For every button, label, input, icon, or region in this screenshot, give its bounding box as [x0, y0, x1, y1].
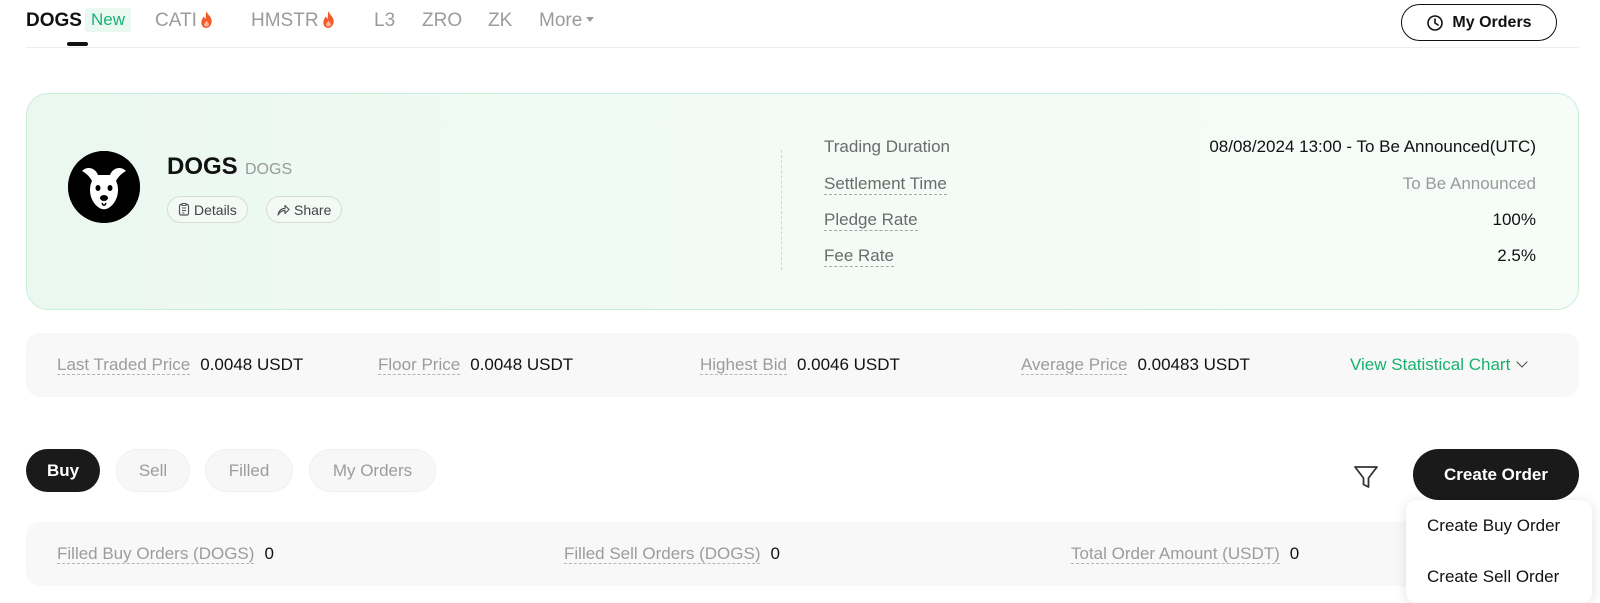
pledge-rate-value: 100%: [1492, 210, 1536, 229]
floor-price: Floor Price 0.0048 USDT: [378, 355, 573, 375]
new-badge: New: [85, 8, 132, 32]
trading-duration-value: 08/08/2024 13:00 - To Be Announced(UTC): [1209, 137, 1536, 156]
last-traded-price-label[interactable]: Last Traded Price: [57, 355, 191, 375]
fee-rate-label[interactable]: Fee Rate: [824, 246, 894, 267]
tab-cati-label: CATI: [155, 10, 197, 31]
create-order-label: Create Order: [1444, 464, 1548, 484]
tab-sell-label: Sell: [138, 460, 168, 480]
last-traded-price: Last Traded Price 0.0048 USDT: [57, 355, 303, 375]
filled-buy-orders: Filled Buy Orders (DOGS) 0: [57, 544, 274, 564]
floor-price-value: 0.0048 USDT: [470, 355, 574, 374]
settlement-time-label[interactable]: Settlement Time: [824, 174, 947, 195]
pledge-rate-row: Pledge Rate 100%: [824, 210, 1536, 234]
filled-sell-orders-value: 0: [770, 544, 780, 563]
filled-buy-orders-value: 0: [264, 544, 274, 563]
pledge-rate-label[interactable]: Pledge Rate: [824, 210, 918, 231]
filled-sell-orders: Filled Sell Orders (DOGS) 0: [564, 544, 780, 564]
tab-dogs[interactable]: DOGS: [26, 10, 82, 32]
total-order-amount-value: 0: [1289, 544, 1300, 563]
info-divider: [781, 150, 782, 270]
tab-hmstr[interactable]: HMSTR: [251, 10, 336, 32]
tab-l3[interactable]: L3: [374, 10, 395, 32]
tab-my-orders-label: My Orders: [332, 460, 413, 480]
trading-duration-label: Trading Duration: [824, 137, 950, 156]
document-icon: [178, 203, 190, 216]
share-label: Share: [294, 201, 332, 218]
view-statistical-chart-link[interactable]: View Statistical Chart: [1350, 355, 1528, 375]
tab-cati[interactable]: CATI: [155, 10, 214, 32]
my-orders-button[interactable]: My Orders: [1401, 4, 1557, 41]
active-tab-indicator: [67, 42, 88, 46]
floor-price-label[interactable]: Floor Price: [378, 355, 461, 375]
highest-bid-value: 0.0046 USDT: [796, 355, 900, 374]
tab-l3-label: L3: [374, 10, 396, 31]
tab-buy[interactable]: Buy: [26, 449, 100, 492]
tab-filled[interactable]: Filled: [205, 449, 293, 492]
tab-my-orders[interactable]: My Orders: [309, 449, 436, 492]
last-traded-price-value: 0.0048 USDT: [200, 355, 304, 374]
tab-dogs-label: DOGS: [26, 10, 82, 31]
average-price-label[interactable]: Average Price: [1021, 355, 1128, 375]
share-button[interactable]: Share: [266, 196, 343, 223]
tab-zro-label: ZRO: [422, 10, 463, 31]
orders-clock-icon: [1427, 14, 1444, 31]
highest-bid-label[interactable]: Highest Bid: [700, 355, 787, 375]
token-name: DOGS: [167, 153, 238, 180]
tab-more[interactable]: More: [539, 10, 595, 32]
total-order-amount: Total Order Amount (USDT) 0: [1071, 544, 1299, 564]
filled-buy-orders-label[interactable]: Filled Buy Orders (DOGS): [57, 544, 255, 564]
settlement-time-row: Settlement Time To Be Announced: [824, 174, 1536, 198]
chevron-down-icon: [1516, 356, 1528, 368]
tab-more-label: More: [539, 10, 583, 31]
tab-buy-label: Buy: [46, 460, 80, 480]
tab-hmstr-label: HMSTR: [251, 10, 319, 31]
average-price: Average Price 0.00483 USDT: [1021, 355, 1250, 375]
my-orders-label: My Orders: [1452, 13, 1532, 31]
token-info-card: [26, 93, 1579, 310]
view-statistical-chart-label: View Statistical Chart: [1350, 355, 1511, 374]
create-buy-order-item[interactable]: Create Buy Order: [1427, 516, 1560, 536]
fire-icon: [322, 11, 334, 28]
tab-zk[interactable]: ZK: [488, 10, 512, 32]
caret-down-icon: [586, 17, 595, 22]
filter-button[interactable]: [1351, 462, 1381, 492]
token-symbol: DOGS: [245, 161, 293, 178]
fee-rate-value: 2.5%: [1497, 246, 1536, 265]
create-sell-order-item[interactable]: Create Sell Order: [1427, 567, 1559, 587]
dog-face-icon: [68, 151, 140, 223]
tab-zro[interactable]: ZRO: [422, 10, 462, 32]
average-price-value: 0.00483 USDT: [1137, 355, 1250, 374]
total-order-amount-label[interactable]: Total Order Amount (USDT): [1071, 544, 1280, 564]
highest-bid: Highest Bid 0.0046 USDT: [700, 355, 900, 375]
share-icon: [277, 204, 290, 216]
filter-icon: [1354, 466, 1378, 488]
dogs-logo: [68, 151, 140, 223]
tab-sell[interactable]: Sell: [116, 449, 190, 492]
create-order-button[interactable]: Create Order: [1413, 449, 1579, 500]
filled-sell-orders-label[interactable]: Filled Sell Orders (DOGS): [564, 544, 761, 564]
settlement-time-value: To Be Announced: [1402, 174, 1536, 193]
create-order-menu: Create Buy Order Create Sell Order: [1406, 500, 1592, 603]
tab-filled-label: Filled: [228, 460, 270, 480]
fire-icon: [201, 11, 212, 28]
details-button[interactable]: Details: [167, 196, 248, 223]
details-label: Details: [194, 201, 237, 218]
tab-zk-label: ZK: [488, 10, 513, 31]
trading-duration-row: Trading Duration 08/08/2024 13:00 - To B…: [824, 137, 1536, 161]
fee-rate-row: Fee Rate 2.5%: [824, 246, 1536, 270]
